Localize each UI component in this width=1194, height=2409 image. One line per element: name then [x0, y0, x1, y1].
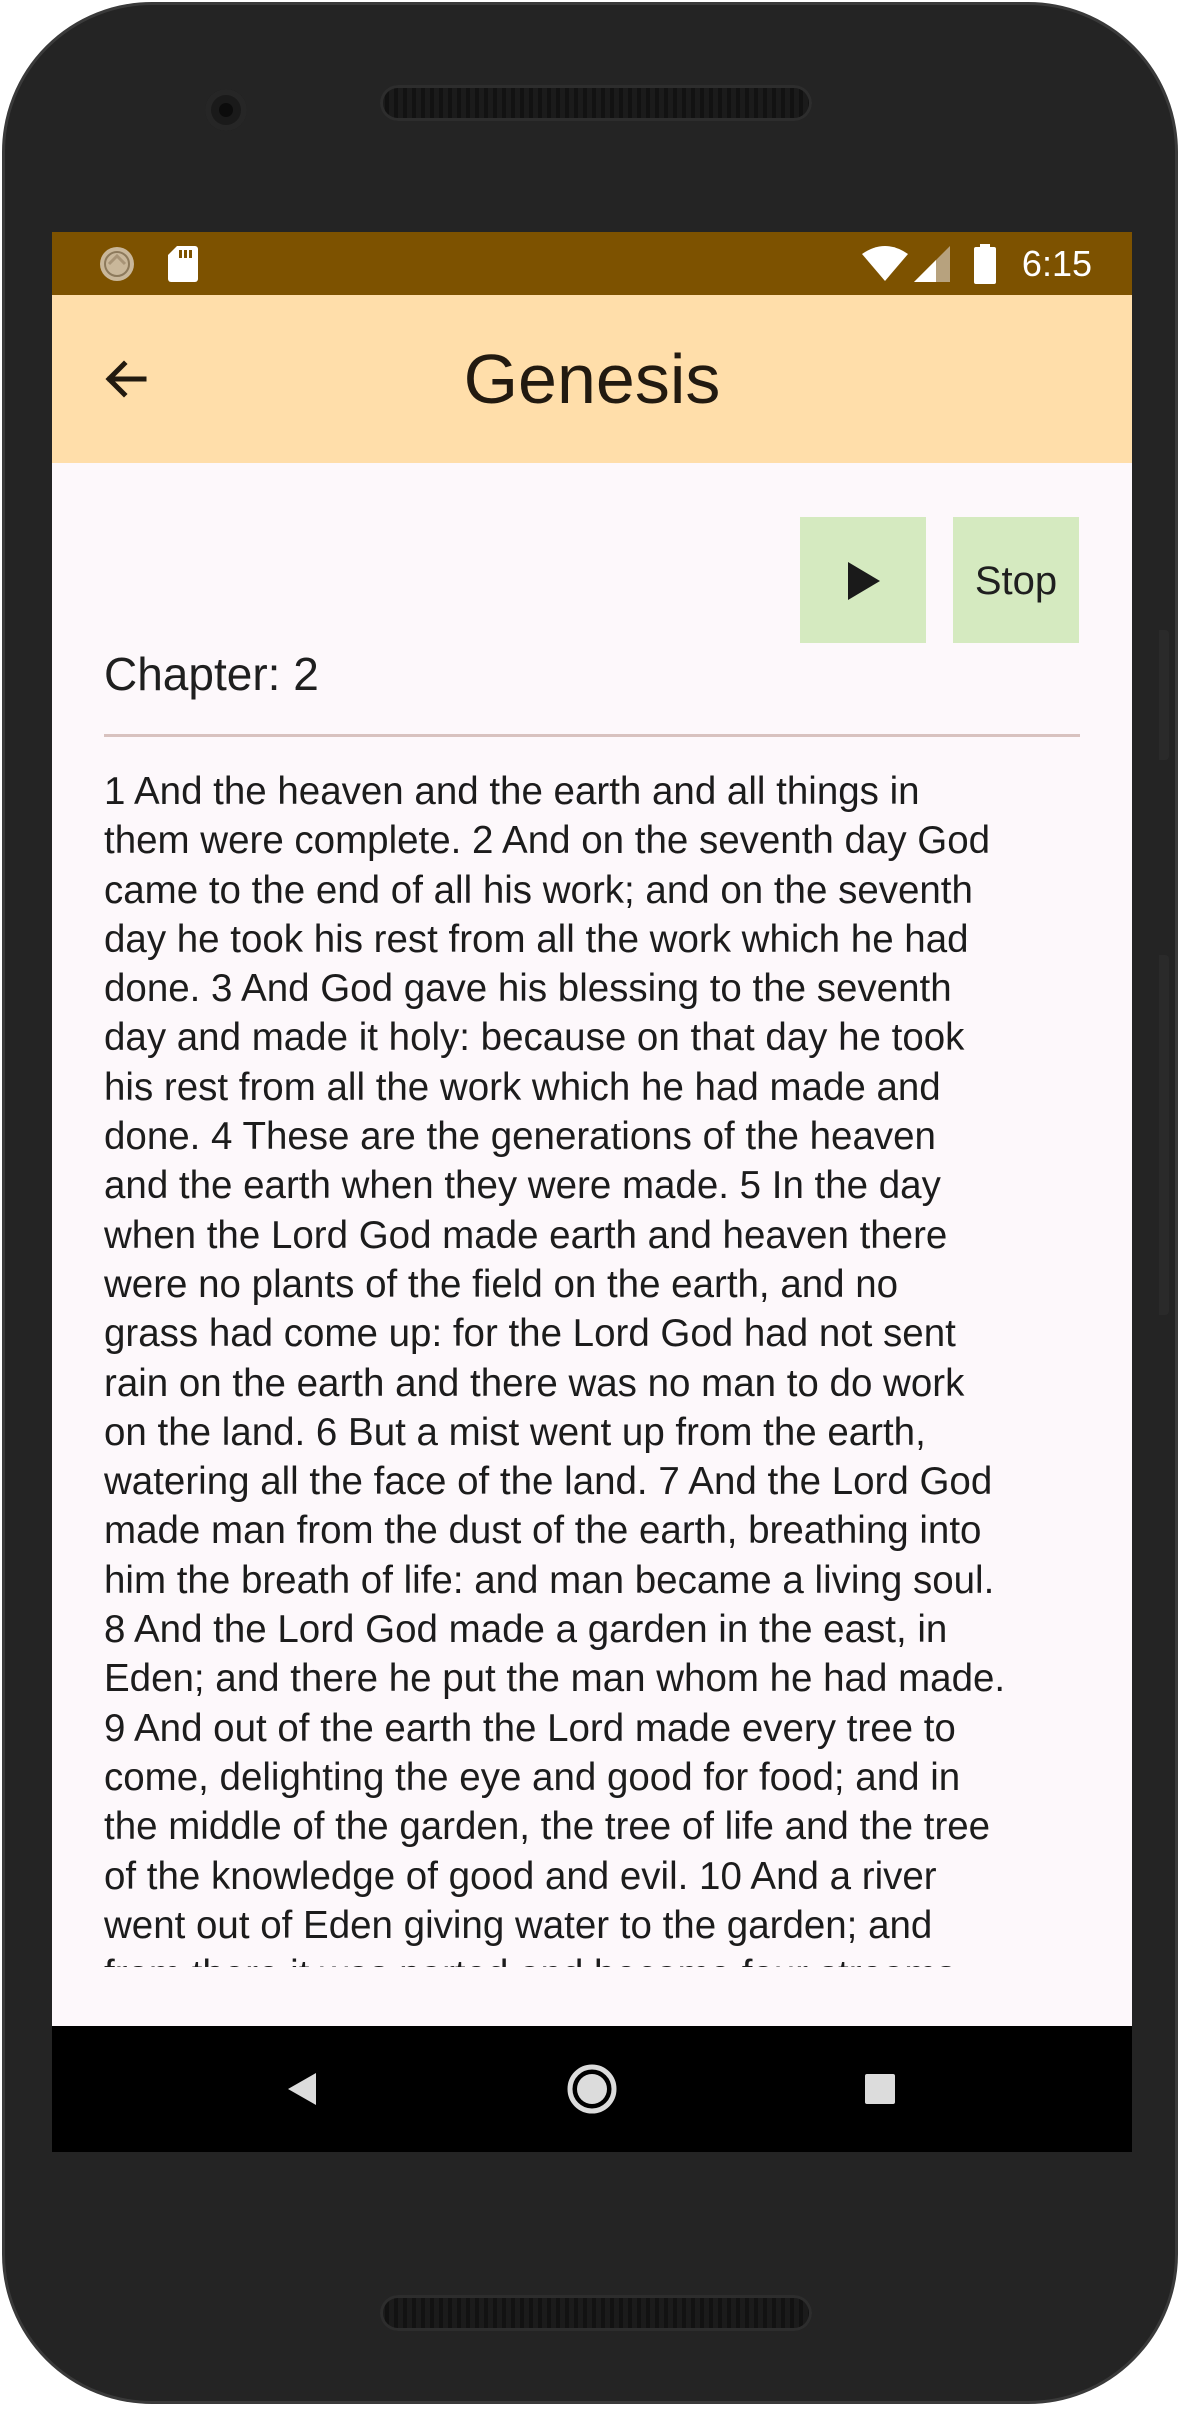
signal-icon	[914, 246, 950, 287]
screen: 6:15 Genesis Stop Chapter: 2 1 And the h…	[52, 232, 1132, 2152]
nav-back-button[interactable]	[274, 2059, 334, 2119]
chapter-label: Chapter: 2	[104, 648, 319, 700]
navigation-bar	[52, 2026, 1132, 2152]
nav-recents-icon	[865, 2074, 895, 2104]
play-button[interactable]	[800, 517, 926, 643]
sync-icon	[98, 245, 136, 288]
status-bar: 6:15	[52, 232, 1132, 295]
status-time: 6:15	[1021, 243, 1092, 284]
bottom-speaker	[380, 2295, 812, 2331]
play-icon	[848, 562, 880, 600]
volume-button	[1159, 955, 1169, 1315]
front-camera	[205, 89, 247, 131]
nav-home-icon	[567, 2064, 617, 2114]
page-title: Genesis	[463, 340, 721, 418]
app-bar: Genesis	[52, 295, 1132, 463]
divider	[104, 734, 1080, 737]
stop-button[interactable]: Stop	[953, 517, 1079, 643]
wifi-icon	[862, 246, 908, 287]
nav-home-button[interactable]	[562, 2059, 622, 2119]
power-button	[1159, 630, 1169, 760]
nav-recents-button[interactable]	[850, 2059, 910, 2119]
nav-back-icon	[288, 2073, 316, 2105]
battery-icon	[974, 244, 996, 289]
chapter-text[interactable]: 1 And the heaven and the earth and all t…	[104, 767, 1094, 1967]
top-speaker	[380, 85, 812, 121]
sd-card-icon	[168, 246, 198, 287]
